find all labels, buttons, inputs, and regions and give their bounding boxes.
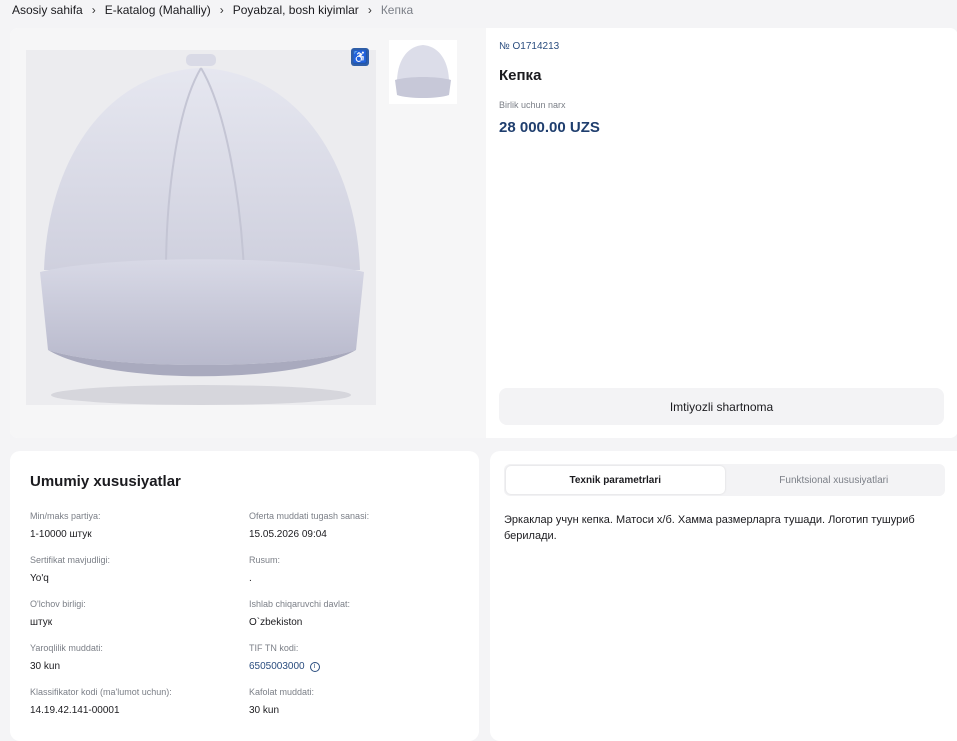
- spec-value: 14.19.42.141-00001: [30, 705, 120, 716]
- product-image[interactable]: [26, 50, 376, 405]
- breadcrumb-category[interactable]: Poyabzal, bosh kiyimlar: [233, 3, 359, 17]
- breadcrumb-catalog[interactable]: E-katalog (Mahalliy): [105, 3, 211, 17]
- image-panel: ♿: [10, 28, 486, 438]
- spec-min-max: Min/maks partiya: 1-10000 штук: [30, 511, 245, 540]
- spec-value: 15.05.2026 09:04: [249, 529, 327, 540]
- spec-label: Yaroqlilik muddati:: [30, 643, 103, 653]
- spec-value: штук: [30, 617, 53, 628]
- breadcrumb: Asosiy sahifa › E-katalog (Mahalliy) › P…: [12, 0, 413, 20]
- spec-label: Kafolat muddati:: [249, 687, 315, 697]
- spec-offer-end: Oferta muddati tugash sanasi: 15.05.2026…: [249, 511, 464, 540]
- breadcrumb-current: Кепка: [380, 3, 414, 17]
- spec-value: 30 kun: [249, 705, 280, 716]
- product-code: № O1714213: [499, 41, 560, 52]
- thumbnail-image[interactable]: [389, 40, 457, 104]
- spec-label: Min/maks partiya:: [30, 511, 101, 521]
- general-specs-card: Umumiy xususiyatlar Min/maks partiya: 1-…: [10, 451, 479, 741]
- spec-certificate: Sertifikat mavjudligi: Yo'q: [30, 555, 245, 584]
- specs-title: Umumiy xususiyatlar: [30, 473, 181, 490]
- product-price: 28 000.00 UZS: [499, 119, 600, 136]
- tabs-card: Texnik parametrlari Funktsional xususiya…: [490, 451, 957, 741]
- spec-label: Sertifikat mavjudligi:: [30, 555, 111, 565]
- product-title: Кепка: [499, 67, 542, 84]
- spec-classifier: Klassifikator kodi (ma'lumot uchun): 14.…: [30, 687, 245, 716]
- cap-image: [26, 50, 376, 405]
- spec-value: 1-10000 штук: [30, 529, 92, 540]
- spec-label: Klassifikator kodi (ma'lumot uchun):: [30, 687, 172, 697]
- spec-label: Rusum:: [249, 555, 281, 565]
- spec-value: Yo'q: [30, 573, 49, 584]
- info-icon[interactable]: i: [309, 661, 320, 672]
- spec-label: Ishlab chiqaruvchi davlat:: [249, 599, 351, 609]
- price-label: Birlik uchun narx: [499, 100, 566, 110]
- chevron-right-icon: ›: [219, 3, 224, 17]
- chevron-right-icon: ›: [367, 3, 372, 17]
- breadcrumb-home[interactable]: Asosiy sahifa: [12, 3, 83, 17]
- spec-value: .: [249, 573, 252, 584]
- spec-label: O'lchov birligi:: [30, 599, 86, 609]
- spec-country: Ishlab chiqaruvchi davlat: O`zbekiston: [249, 599, 464, 628]
- spec-model: Rusum: .: [249, 555, 464, 584]
- spec-label: Oferta muddati tugash sanasi:: [249, 511, 370, 521]
- spec-value: O`zbekiston: [249, 617, 303, 628]
- chevron-right-icon: ›: [91, 3, 96, 17]
- spec-warranty: Kafolat muddati: 30 kun: [249, 687, 464, 716]
- contract-button[interactable]: Imtiyozli shartnoma: [499, 388, 944, 425]
- spec-value: 30 kun: [30, 661, 61, 672]
- tif-code-link[interactable]: 6505003000: [249, 661, 305, 672]
- spec-label: TIF TN kodi:: [249, 643, 299, 653]
- spec-shelf-life: Yaroqlilik muddati: 30 kun: [30, 643, 245, 672]
- tab-content: Эркаклар учун кепка. Матоси х/б. Хамма р…: [504, 514, 915, 542]
- tab-functional-features[interactable]: Funktsional xususiyatlari: [725, 466, 944, 494]
- accessibility-icon[interactable]: ♿: [351, 48, 369, 66]
- cap-thumbnail: [389, 40, 457, 104]
- product-card: ♿ № O1714213 Кепка Birlik uchun narx 28 …: [10, 28, 957, 438]
- spec-value: 6505003000 i: [249, 661, 464, 672]
- spec-unit: O'lchov birligi: штук: [30, 599, 245, 628]
- tab-bar: Texnik parametrlari Funktsional xususiya…: [504, 464, 945, 496]
- spec-tif-code: TIF TN kodi: 6505003000 i: [249, 643, 464, 672]
- tab-technical-parameters[interactable]: Texnik parametrlari: [506, 466, 725, 494]
